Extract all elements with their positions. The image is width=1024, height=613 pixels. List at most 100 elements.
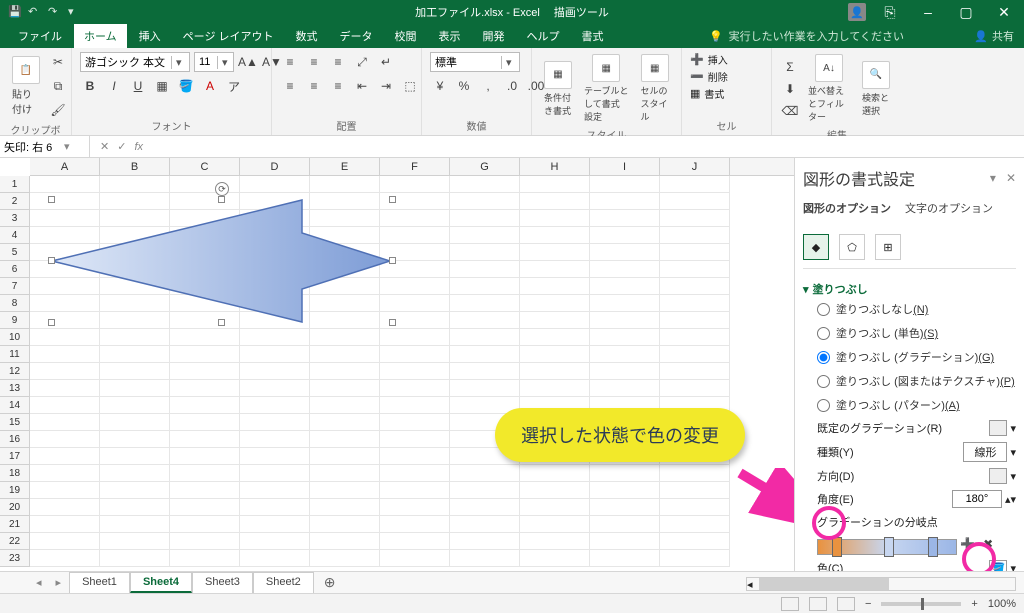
row-header[interactable]: 11 <box>0 346 30 363</box>
align-bottom-icon[interactable]: ≡ <box>328 52 348 72</box>
wrap-text-icon[interactable]: ↵ <box>376 52 396 72</box>
fill-pattern-radio[interactable]: 塗りつぶし (パターン)(A) <box>803 393 1016 417</box>
zoom-out-button[interactable]: − <box>865 598 871 610</box>
zoom-slider[interactable] <box>881 602 961 606</box>
cell[interactable] <box>100 550 170 567</box>
cell[interactable] <box>590 329 660 346</box>
cell[interactable] <box>380 499 450 516</box>
cell[interactable] <box>240 329 310 346</box>
cell[interactable] <box>100 431 170 448</box>
cell[interactable] <box>30 397 100 414</box>
cell[interactable] <box>30 499 100 516</box>
comma-icon[interactable]: , <box>478 76 498 96</box>
cell[interactable] <box>590 465 660 482</box>
fill-line-tab-icon[interactable]: ◆ <box>803 234 829 260</box>
cell[interactable] <box>590 380 660 397</box>
cell[interactable] <box>380 431 450 448</box>
minimize-button[interactable]: – <box>914 4 942 20</box>
name-box-input[interactable] <box>4 141 64 153</box>
cell[interactable] <box>450 261 520 278</box>
cell[interactable] <box>450 329 520 346</box>
fill-icon[interactable]: ⬇ <box>780 79 800 99</box>
gradient-stop-bar[interactable] <box>817 539 957 555</box>
redo-icon[interactable]: ↷ <box>48 5 62 19</box>
cell[interactable] <box>310 550 380 567</box>
cell[interactable] <box>450 482 520 499</box>
gradient-stop-handle[interactable] <box>832 537 842 557</box>
cell[interactable] <box>100 533 170 550</box>
cell[interactable] <box>240 431 310 448</box>
remove-gradient-stop-icon[interactable]: ✖ <box>983 537 1003 557</box>
cell[interactable] <box>590 176 660 193</box>
cell[interactable] <box>520 516 590 533</box>
gradient-angle-input[interactable] <box>952 490 1002 508</box>
cell[interactable] <box>170 431 240 448</box>
cell[interactable] <box>590 312 660 329</box>
cell[interactable] <box>310 533 380 550</box>
tell-me-box[interactable]: 💡 実行したい作業を入力してください <box>709 28 904 44</box>
cell[interactable] <box>660 210 730 227</box>
worksheet-grid[interactable]: ABCDEFGHIJ 12345678910111213141516171819… <box>0 158 794 571</box>
cell[interactable] <box>450 516 520 533</box>
autosave-icon[interactable]: 💾 <box>8 5 22 19</box>
cell[interactable] <box>660 312 730 329</box>
indent-increase-icon[interactable]: ⇥ <box>376 76 396 96</box>
scroll-left-icon[interactable]: ◂ <box>747 578 753 590</box>
cell[interactable] <box>380 465 450 482</box>
cell[interactable] <box>450 550 520 567</box>
cell[interactable] <box>170 533 240 550</box>
cell[interactable] <box>240 448 310 465</box>
zoom-slider-thumb[interactable] <box>921 598 924 610</box>
chevron-down-icon[interactable]: ▾ <box>1010 562 1016 572</box>
row-header[interactable]: 5 <box>0 244 30 261</box>
cell[interactable] <box>450 278 520 295</box>
align-top-icon[interactable]: ≡ <box>280 52 300 72</box>
increase-font-icon[interactable]: A▲ <box>238 52 258 72</box>
cell[interactable] <box>590 550 660 567</box>
cell[interactable] <box>660 261 730 278</box>
cell[interactable] <box>30 448 100 465</box>
sheet-tab[interactable]: Sheet4 <box>130 572 192 593</box>
font-name-input[interactable] <box>81 56 171 68</box>
cell[interactable] <box>590 295 660 312</box>
cell[interactable] <box>240 465 310 482</box>
cell[interactable] <box>310 465 380 482</box>
currency-icon[interactable]: ¥ <box>430 76 450 96</box>
tab-developer[interactable]: 開発 <box>473 24 515 48</box>
cell[interactable] <box>240 482 310 499</box>
row-header[interactable]: 17 <box>0 448 30 465</box>
cell[interactable] <box>520 227 590 244</box>
column-header[interactable]: C <box>170 158 240 175</box>
cell[interactable] <box>660 380 730 397</box>
cell[interactable] <box>380 533 450 550</box>
cell[interactable] <box>450 312 520 329</box>
cell[interactable] <box>240 397 310 414</box>
horizontal-scrollbar[interactable]: ◂ <box>746 577 1016 591</box>
page-layout-view-button[interactable] <box>809 597 827 611</box>
resize-handle[interactable] <box>218 196 225 203</box>
column-header[interactable]: F <box>380 158 450 175</box>
gradient-direction-picker[interactable] <box>989 468 1007 484</box>
name-box[interactable]: ▾ <box>0 136 90 157</box>
cell[interactable] <box>30 482 100 499</box>
align-middle-icon[interactable]: ≡ <box>304 52 324 72</box>
border-icon[interactable]: ▦ <box>152 76 172 96</box>
cell[interactable] <box>450 227 520 244</box>
chevron-down-icon[interactable]: ▾ <box>64 140 70 153</box>
font-color-icon[interactable]: A <box>200 76 220 96</box>
cell[interactable] <box>30 533 100 550</box>
cell[interactable] <box>240 550 310 567</box>
cell[interactable] <box>450 499 520 516</box>
cell[interactable] <box>240 176 310 193</box>
cell[interactable] <box>310 397 380 414</box>
column-header[interactable]: G <box>450 158 520 175</box>
cell[interactable] <box>450 244 520 261</box>
sort-filter-button[interactable]: A↓並べ替えとフィルター <box>804 52 854 125</box>
row-header[interactable]: 9 <box>0 312 30 329</box>
resize-handle[interactable] <box>48 319 55 326</box>
cell[interactable] <box>170 346 240 363</box>
normal-view-button[interactable] <box>781 597 799 611</box>
cell[interactable] <box>100 516 170 533</box>
cell[interactable] <box>450 465 520 482</box>
cell[interactable] <box>660 176 730 193</box>
